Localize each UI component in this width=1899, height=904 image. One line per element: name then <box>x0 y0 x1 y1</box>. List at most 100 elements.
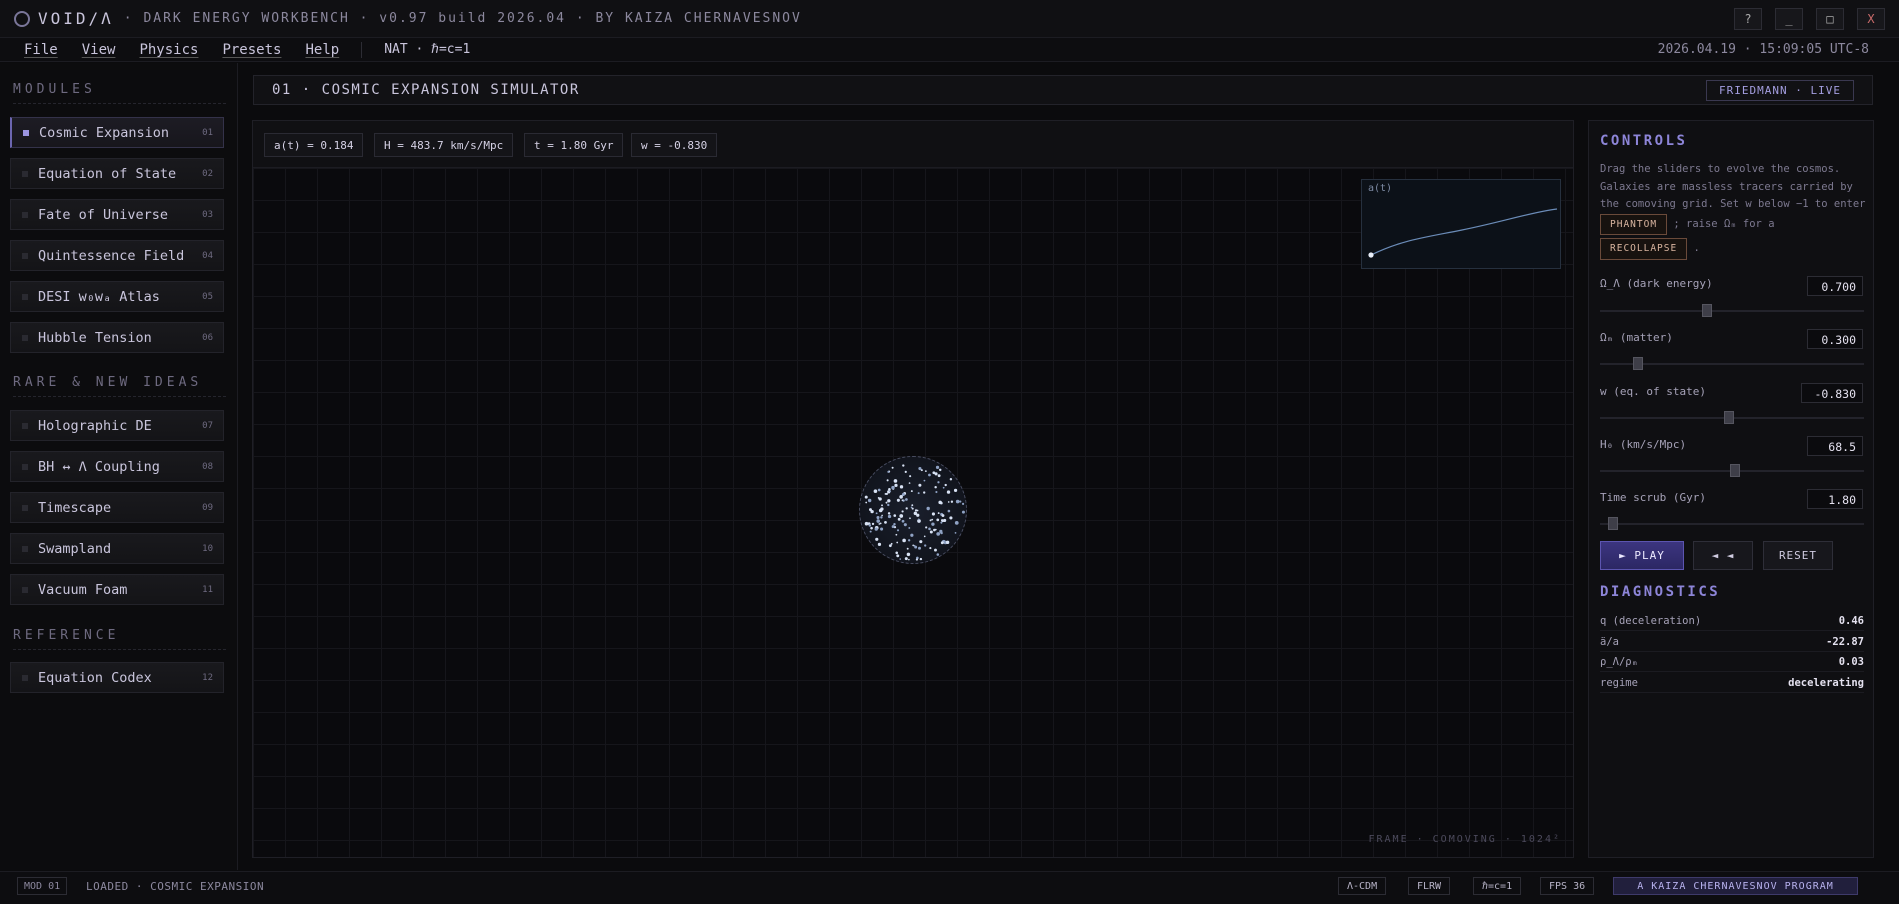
galaxy-point <box>902 538 906 543</box>
galaxy-point <box>928 473 931 477</box>
galaxy-point <box>901 519 905 523</box>
galaxy-point <box>931 522 935 526</box>
sidebar-item-equation-codex[interactable]: Equation Codex 12 <box>10 662 224 693</box>
sidebar-item-cosmic-expansion[interactable]: Cosmic Expansion 01 <box>10 117 224 148</box>
sidebar-item-desi-atlas[interactable]: DESI w₀wₐ Atlas 05 <box>10 281 224 312</box>
slider-omega-lambda[interactable] <box>1600 304 1864 317</box>
scale-factor-minichart: a(t) <box>1361 179 1561 269</box>
diagnostic-key: ä/a <box>1600 635 1619 648</box>
sidebar-item-vacuum-foam[interactable]: Vacuum Foam 11 <box>10 574 224 605</box>
galaxy-point <box>880 516 883 519</box>
active-indicator-icon <box>23 129 29 136</box>
play-button[interactable]: ► PLAY <box>1600 541 1684 570</box>
galaxy-point <box>918 483 922 487</box>
galaxy-point <box>940 519 944 522</box>
menu-physics[interactable]: Physics <box>139 42 198 58</box>
galaxy-point <box>887 470 890 473</box>
galaxy-point <box>911 504 914 507</box>
slider-thumb[interactable] <box>1729 464 1740 477</box>
rewind-button[interactable]: ◄ ◄ <box>1693 541 1753 570</box>
slider-thumb[interactable] <box>1724 411 1735 424</box>
sidebar-item-swampland[interactable]: Swampland 10 <box>10 533 224 564</box>
bullet-icon <box>22 422 28 429</box>
app-name: VOID/Λ <box>38 9 114 28</box>
sidebar-item-fate-of-universe[interactable]: Fate of Universe 03 <box>10 199 224 230</box>
scale-factor-curve <box>1370 208 1558 256</box>
param-label-time-scrub: Time scrub (Gyr) <box>1600 491 1706 504</box>
title-bar: VOID/Λ · DARK ENERGY WORKBENCH · v0.97 b… <box>0 0 1899 38</box>
sidebar-item-hubble-tension[interactable]: Hubble Tension 06 <box>10 322 224 353</box>
sidebar-item-holographic-de[interactable]: Holographic DE 07 <box>10 410 224 441</box>
galaxy-point <box>878 523 881 525</box>
galaxy-point <box>896 529 900 532</box>
galaxy-point <box>887 503 890 507</box>
menu-file[interactable]: File <box>24 42 58 58</box>
galaxy-point <box>899 485 904 489</box>
galaxy-point <box>910 533 914 537</box>
galaxy-point <box>875 512 878 515</box>
param-value-omega-lambda[interactable]: 0.700 <box>1807 276 1863 296</box>
galaxy-point <box>880 507 884 511</box>
galaxy-point <box>923 535 926 538</box>
menu-presets[interactable]: Presets <box>222 42 281 58</box>
galaxy-point <box>901 510 904 513</box>
section-heading-rare-ideas: RARE & NEW IDEAS <box>13 375 226 397</box>
maximize-button[interactable]: □ <box>1816 8 1844 30</box>
galaxy-point <box>886 479 889 482</box>
reset-button[interactable]: RESET <box>1763 541 1833 570</box>
galaxy-point <box>926 506 930 511</box>
diagnostic-value: decelerating <box>1788 676 1864 689</box>
phantom-button[interactable]: PHANTOM <box>1600 213 1668 235</box>
frame-label: FRAME · COMOVING · 1024² <box>1368 834 1561 845</box>
menu-view[interactable]: View <box>82 42 116 58</box>
slider-thumb[interactable] <box>1607 517 1618 530</box>
sidebar-item-label: Swampland <box>38 540 112 557</box>
diagnostic-row: q (deceleration) 0.46 <box>1600 611 1864 631</box>
minimize-button[interactable]: _ <box>1775 8 1803 30</box>
param-value-h0[interactable]: 68.5 <box>1807 436 1863 456</box>
slider-omega-m[interactable] <box>1600 357 1864 370</box>
status-chip-lcdm: Λ-CDM <box>1338 877 1387 895</box>
controls-desc-text: Drag the sliders to evolve the cosmos. G… <box>1600 163 1866 210</box>
sidebar-item-bh-lambda-coupling[interactable]: BH ↔ Λ Coupling 08 <box>10 451 224 482</box>
galaxy-point <box>888 487 891 491</box>
galaxy-point <box>929 547 932 550</box>
diagnostic-key: ρ_Λ/ρₘ <box>1600 655 1638 668</box>
slider-w[interactable] <box>1600 411 1864 424</box>
slider-thumb[interactable] <box>1701 304 1712 317</box>
sidebar-item-quintessence-field[interactable]: Quintessence Field 04 <box>10 240 224 271</box>
app-subtitle: · DARK ENERGY WORKBENCH · v0.97 build 20… <box>123 11 802 26</box>
galaxy-point <box>909 517 911 520</box>
slider-h0[interactable] <box>1600 464 1864 477</box>
diagnostic-row: ä/a -22.87 <box>1600 632 1864 652</box>
param-value-omega-m[interactable]: 0.300 <box>1807 329 1863 349</box>
bullet-icon <box>22 504 28 511</box>
diagnostic-value: -22.87 <box>1826 635 1864 648</box>
galaxy-point <box>919 540 923 544</box>
slider-time-scrub[interactable] <box>1600 517 1864 530</box>
galaxy-point <box>911 507 914 510</box>
sidebar-item-label: Hubble Tension <box>38 329 152 346</box>
sidebar-item-number: 01 <box>202 127 213 138</box>
param-value-w[interactable]: -0.830 <box>1801 383 1863 403</box>
galaxy-point <box>904 557 908 561</box>
menu-help[interactable]: Help <box>305 42 339 58</box>
galaxy-point <box>945 540 950 545</box>
help-button[interactable]: ? <box>1734 8 1762 30</box>
galaxy-point <box>939 529 943 533</box>
galaxy-point <box>934 472 938 476</box>
param-value-time-scrub[interactable]: 1.80 <box>1807 489 1863 509</box>
galaxy-point <box>895 533 898 536</box>
recollapse-button[interactable]: RECOLLAPSE <box>1600 238 1688 260</box>
sidebar-item-timescape[interactable]: Timescape 09 <box>10 492 224 523</box>
sidebar-item-equation-of-state[interactable]: Equation of State 02 <box>10 158 224 189</box>
galaxy-point <box>924 544 927 547</box>
galaxy-point <box>916 513 920 517</box>
sidebar-item-label: Cosmic Expansion <box>39 124 170 141</box>
slider-thumb[interactable] <box>1633 357 1644 370</box>
simulation-viewport[interactable]: a(t) = 0.184 H = 483.7 km/s/Mpc t = 1.80… <box>252 120 1574 858</box>
status-bar: MOD 01 LOADED · COSMIC EXPANSION Λ-CDM F… <box>0 871 1899 904</box>
galaxy-point <box>942 486 945 489</box>
close-button[interactable]: X <box>1857 8 1885 30</box>
sidebar-item-label: Fate of Universe <box>38 206 169 223</box>
